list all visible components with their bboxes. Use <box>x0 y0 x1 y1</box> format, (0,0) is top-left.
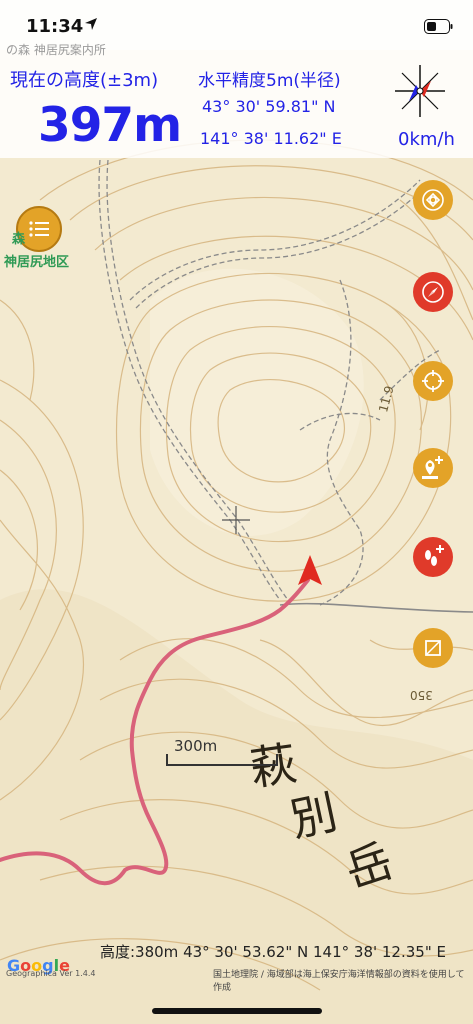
status-time: 11:34 <box>26 16 84 37</box>
map-attribution: 国土地理院 / 海域部は海上保安庁海洋情報部の資料を使用して作成 <box>213 970 465 993</box>
footprints-plus-icon <box>425 545 444 566</box>
location-arrow-icon <box>85 18 97 30</box>
speed-readout: 0km/h <box>398 129 455 150</box>
contour-label-350: 350 <box>410 688 433 702</box>
latitude-readout: 43° 30' 59.81" N <box>202 97 336 116</box>
battery-icon <box>424 19 453 34</box>
square-icon <box>425 640 441 656</box>
altitude-value: 397m <box>38 98 182 153</box>
map-place-label-2: 神居尻地区 <box>4 255 70 270</box>
locate-button[interactable] <box>413 361 453 401</box>
layers-button[interactable] <box>413 180 453 220</box>
pin-plus-icon <box>422 456 443 479</box>
home-indicator[interactable] <box>152 1008 322 1014</box>
compass-mode-button[interactable] <box>413 272 453 312</box>
accuracy-label: 水平精度5m(半径) <box>198 71 341 91</box>
center-position-readout: 高度:380m 43° 30' 53.62" N 141° 38' 12.35"… <box>100 943 446 961</box>
list-icon <box>29 221 49 237</box>
crosshair-icon <box>422 370 444 392</box>
altitude-label: 現在の高度(±3m) <box>10 70 159 91</box>
app-version-label: Geographica Ver 1.4.4 <box>6 969 96 978</box>
record-track-button[interactable] <box>413 537 453 577</box>
tool-button[interactable] <box>413 628 453 668</box>
map-place-label-1: 森 <box>12 232 26 247</box>
spiral-icon <box>422 189 444 211</box>
longitude-readout: 141° 38' 11.62" E <box>200 129 342 148</box>
compass-icon[interactable] <box>393 63 447 121</box>
add-marker-button[interactable] <box>413 448 453 488</box>
compass-needle-icon <box>422 281 444 303</box>
scale-label: 300m <box>174 737 218 755</box>
faint-place-text: の森 神居尻案内所 <box>6 43 106 57</box>
